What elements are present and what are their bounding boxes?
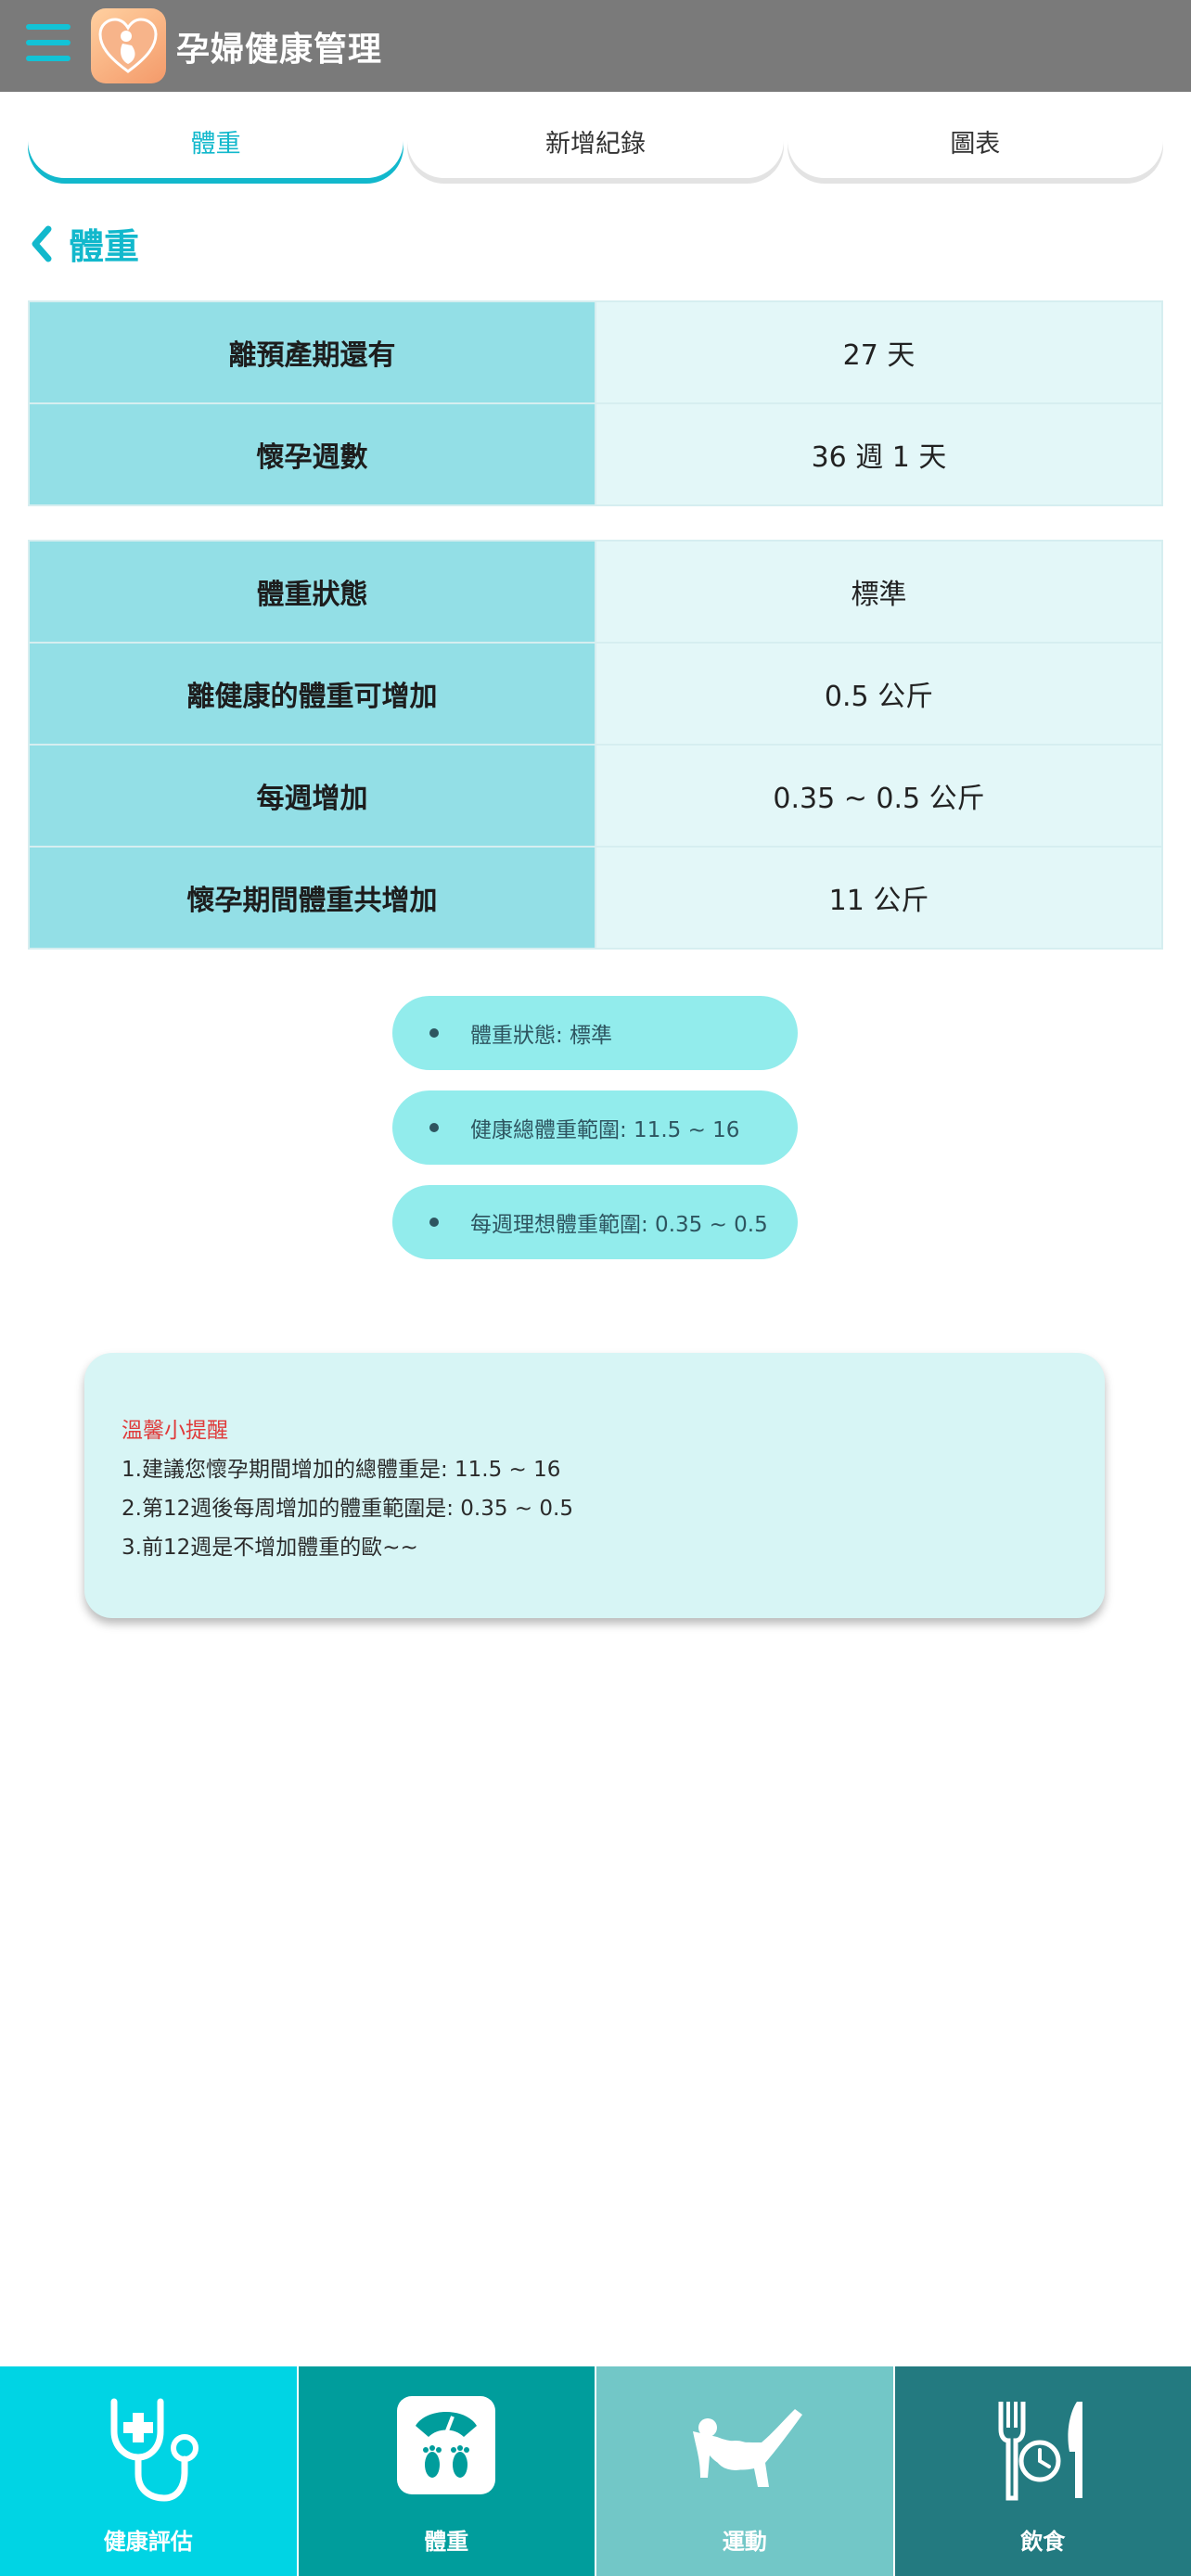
tips-card: 溫馨小提醒 1.建議您懷孕期間增加的總體重是: 11.5 ~ 16 2.第12週… xyxy=(84,1353,1105,1618)
range-pill: 健康總體重範圍: 11.5 ~ 16 xyxy=(392,1090,798,1165)
exercise-icon xyxy=(692,2409,802,2487)
meal-clock-icon xyxy=(998,2402,1083,2501)
row-value: 11 公斤 xyxy=(595,846,1163,950)
tab-chart[interactable]: 圖表 xyxy=(787,104,1163,178)
table-row: 離健康的體重可增加 0.5 公斤 xyxy=(28,642,1163,746)
pill-text: 每週理想體重範圍: 0.35 ~ 0.5 xyxy=(470,1213,768,1237)
row-label: 離健康的體重可增加 xyxy=(28,642,596,746)
weight-status-table: 體重狀態 標準 離健康的體重可增加 0.5 公斤 每週增加 0.35 ~ 0.5… xyxy=(28,540,1163,950)
tip-line: 1.建議您懷孕期間增加的總體重是: 11.5 ~ 16 xyxy=(122,1458,561,1482)
stethoscope-icon xyxy=(110,2398,198,2502)
nav-health-assessment[interactable]: 健康評估 xyxy=(0,2366,297,2576)
table-row: 懷孕週數 36 週 1 天 xyxy=(28,402,1163,506)
row-label: 懷孕週數 xyxy=(28,402,596,506)
back-button[interactable]: 體重 xyxy=(28,218,139,269)
pill-text: 體重狀態: 標準 xyxy=(470,1024,613,1048)
page-title: 體重 xyxy=(69,226,140,267)
row-label: 懷孕期間體重共增加 xyxy=(28,846,596,950)
row-label: 體重狀態 xyxy=(28,540,596,644)
row-value: 0.5 公斤 xyxy=(595,642,1163,746)
scale-icon xyxy=(397,2396,496,2494)
nav-weight[interactable]: 體重 xyxy=(298,2366,595,2576)
bullet-icon xyxy=(429,1218,439,1227)
bullet-icon xyxy=(429,1123,439,1132)
nav-label: 飲食 xyxy=(1020,2529,1066,2555)
bottom-nav: 健康評估 體重 運動 飲食 xyxy=(0,2366,1191,2576)
nav-exercise[interactable]: 運動 xyxy=(596,2366,893,2576)
tab-add-record[interactable]: 新增紀錄 xyxy=(407,104,784,178)
app-bar: 孕婦健康管理 xyxy=(0,0,1191,92)
table-row: 懷孕期間體重共增加 11 公斤 xyxy=(28,846,1163,950)
tips-title: 溫馨小提醒 xyxy=(122,1419,228,1443)
tip-line: 2.第12週後每周增加的體重範圍是: 0.35 ~ 0.5 xyxy=(122,1497,573,1521)
nav-label: 健康評估 xyxy=(103,2529,193,2555)
weekly-range-pill: 每週理想體重範圍: 0.35 ~ 0.5 xyxy=(392,1185,798,1259)
row-value: 36 週 1 天 xyxy=(595,402,1163,506)
pill-text: 健康總體重範圍: 11.5 ~ 16 xyxy=(470,1118,740,1142)
row-label: 離預產期還有 xyxy=(28,300,596,404)
row-label: 每週增加 xyxy=(28,744,596,848)
table-row: 體重狀態 標準 xyxy=(28,540,1163,644)
pregnancy-summary-table: 離預產期還有 27 天 懷孕週數 36 週 1 天 xyxy=(28,300,1163,506)
nav-label: 體重 xyxy=(424,2529,469,2555)
tab-bar: 體重 新增紀錄 圖表 xyxy=(28,104,1163,182)
app-title: 孕婦健康管理 xyxy=(176,31,383,69)
tip-line: 3.前12週是不增加體重的歐~~ xyxy=(122,1536,418,1560)
menu-icon[interactable] xyxy=(26,24,70,67)
table-row: 離預產期還有 27 天 xyxy=(28,300,1163,404)
app-logo xyxy=(91,8,166,83)
status-pill: 體重狀態: 標準 xyxy=(392,996,798,1070)
nav-label: 運動 xyxy=(722,2529,767,2555)
bullet-icon xyxy=(429,1028,439,1038)
table-row: 每週增加 0.35 ~ 0.5 公斤 xyxy=(28,744,1163,848)
chevron-left-icon xyxy=(32,225,52,261)
tab-weight[interactable]: 體重 xyxy=(28,104,404,178)
nav-diet[interactable]: 飲食 xyxy=(894,2366,1191,2576)
row-value: 標準 xyxy=(595,540,1163,644)
row-value: 0.35 ~ 0.5 公斤 xyxy=(595,744,1163,848)
row-value: 27 天 xyxy=(595,300,1163,404)
